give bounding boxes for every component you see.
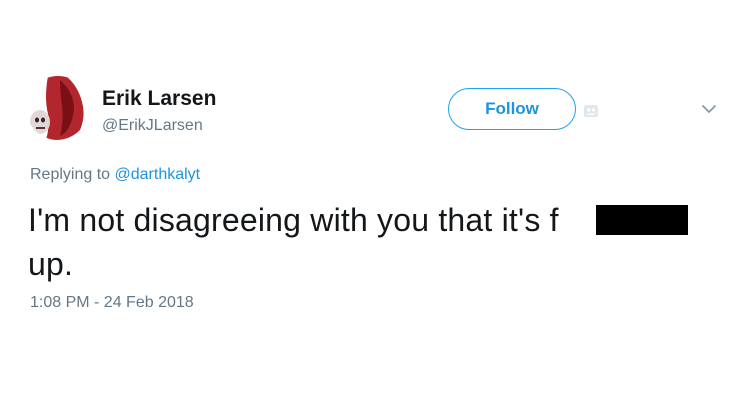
avatar-image <box>26 76 90 140</box>
tweet-card: Erik Larsen @ErikJLarsen Follow Replying… <box>0 0 750 400</box>
reply-prefix: Replying to <box>30 166 111 183</box>
user-name[interactable]: Erik Larsen <box>102 86 216 112</box>
reply-mention-link[interactable]: @darthkalyt <box>115 166 201 183</box>
user-handle[interactable]: @ErikJLarsen <box>102 116 203 136</box>
redaction-bar <box>596 205 688 235</box>
reply-context: Replying to @darthkalyt <box>30 165 200 185</box>
tweet-body: I'm not disagreeing with you that it's f… <box>28 202 559 282</box>
chevron-down-icon[interactable] <box>700 102 718 116</box>
tweet-timestamp[interactable]: 1:08 PM - 24 Feb 2018 <box>30 293 194 313</box>
avatar[interactable] <box>26 76 90 140</box>
follow-button[interactable]: Follow <box>448 88 576 130</box>
bot-badge-icon <box>584 105 598 117</box>
